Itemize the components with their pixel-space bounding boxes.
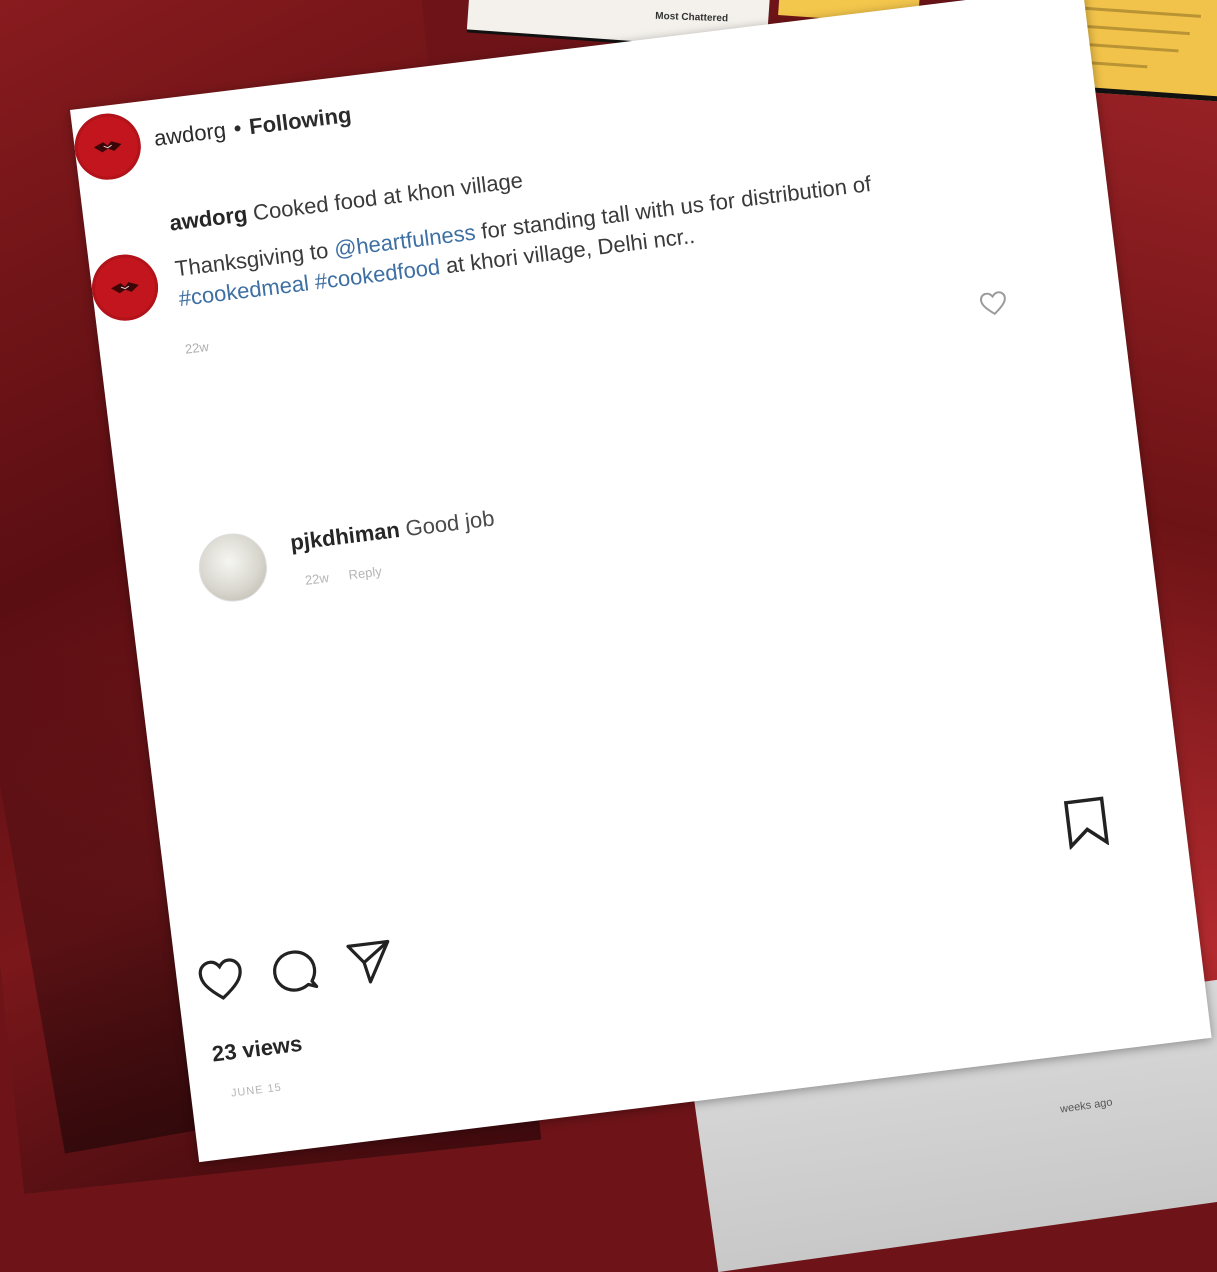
commenter-avatar[interactable] (195, 529, 271, 606)
post-date: JUNE 15 (230, 1081, 283, 1100)
awd-logo-icon (111, 282, 139, 294)
comment-item: pjkdhiman Good job 22w Reply (195, 465, 791, 606)
heart-outline-icon[interactable] (194, 953, 247, 1006)
paper-plane-icon[interactable] (343, 935, 396, 988)
comment-content: pjkdhiman Good job (289, 505, 496, 556)
comment-bubble-icon[interactable] (268, 944, 321, 997)
post-caption: awdorg Cooked food at khon village Thanks… (168, 111, 1000, 356)
heart-outline-icon[interactable] (979, 290, 1008, 317)
background-card-top-text: Most Chattered (655, 10, 729, 25)
comment-text: Good job (404, 505, 496, 542)
post-header-text: awdorg • Following (153, 102, 353, 152)
view-count: 23 views (210, 1030, 304, 1067)
comment-meta: 22w Reply (304, 561, 402, 588)
author-username[interactable]: awdorg (153, 117, 228, 151)
awd-logo-icon (93, 141, 122, 153)
post-actions (194, 927, 459, 1012)
commenter-username[interactable]: pjkdhiman (289, 517, 401, 555)
following-button[interactable]: Following (248, 102, 353, 139)
comment-timestamp: 22w (304, 570, 330, 588)
author-avatar[interactable] (70, 109, 145, 184)
reply-button[interactable]: Reply (348, 564, 383, 583)
caption-text: Thanksgiving to (173, 236, 336, 282)
caption-avatar[interactable] (88, 250, 162, 325)
bookmark-icon[interactable] (1062, 795, 1112, 850)
instagram-post-panel: ••• awdorg•Following awdorgCooked food a… (70, 0, 1212, 1163)
header-separator: • (232, 115, 243, 142)
caption-username[interactable]: awdorg (168, 201, 249, 235)
